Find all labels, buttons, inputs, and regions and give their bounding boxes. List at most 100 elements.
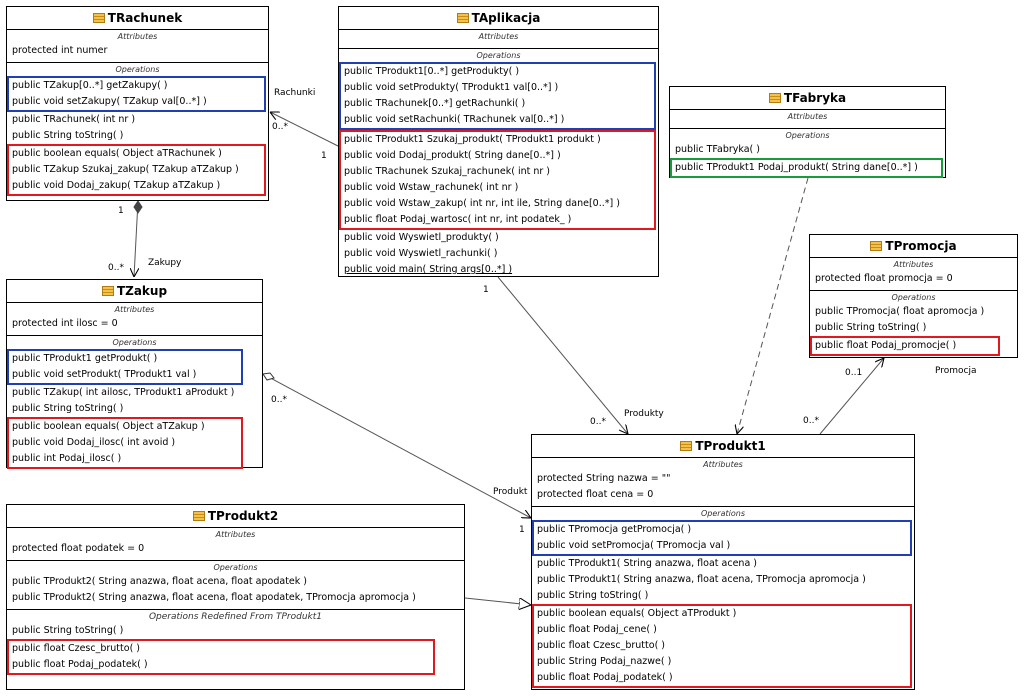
operation: public TProdukt2( String anazwa, float a… [12, 576, 307, 587]
accessor-group: public TProdukt1[0..*] getProdukty( ) pu… [339, 62, 656, 130]
role-label-produkt: Produkt [493, 487, 528, 497]
role-label-produkty: Produkty [624, 409, 664, 419]
operations-section: Operations public TZakup[0..*] getZakupy… [7, 63, 268, 199]
operation: public TProdukt2( String anazwa, float a… [12, 592, 416, 603]
multiplicity-label: 0..* [272, 122, 288, 132]
class-name: TRachunek [107, 11, 183, 25]
operation: public TZakup[0..*] getZakupy( ) [12, 80, 168, 91]
operations-section: Operations public TPromocja getPromocja(… [532, 507, 914, 691]
edge-generalization [464, 597, 531, 605]
business-method-group: public boolean equals( Object aTRachunek… [7, 144, 266, 196]
operation: public TRachunek[0..*] getRachunki( ) [344, 98, 526, 109]
multiplicity-label: 0..* [108, 263, 124, 273]
operation: public TProdukt1 getProdukt( ) [12, 353, 158, 364]
operation: public String toString( ) [12, 130, 124, 141]
operation: public void setProdukt( TProdukt1 val ) [12, 369, 197, 380]
class-icon [768, 93, 781, 103]
operation: public TProdukt1 Szukaj_produkt( TProduk… [344, 134, 601, 145]
operation: public float Czesc_brutto( ) [537, 640, 666, 651]
operation: public TRachunek Szukaj_rachunek( int nr… [344, 166, 550, 177]
operation: public void Wstaw_zakup( int nr, int ile… [344, 198, 620, 209]
class-name: TZakup [116, 284, 168, 298]
class-name: TFabryka [783, 91, 847, 105]
class-icon [680, 441, 693, 451]
attributes-section: Attributes protected String nazwa = "" p… [532, 458, 914, 507]
operation: public String toString( ) [815, 322, 927, 333]
operation: public float Podaj_cene( ) [537, 624, 657, 635]
operation: public void Wstaw_rachunek( int nr ) [344, 182, 519, 193]
class-tzakup[interactable]: TZakup Attributes protected int ilosc = … [6, 279, 263, 469]
attributes-section: Attributes [339, 30, 658, 49]
operations-section: Operations public TProdukt2( String anaz… [7, 561, 464, 610]
operation: public void Wyswietl_rachunki( ) [344, 248, 498, 259]
operation: public void Dodaj_zakup( TZakup aTZakup … [12, 180, 221, 191]
composition-diamond [133, 200, 143, 214]
operation: public TProdukt1( String anazwa, float a… [537, 558, 757, 569]
edge-fabryka-dependency [737, 177, 809, 434]
role-label-zakupy: Zakupy [148, 258, 182, 268]
operation: public boolean equals( Object aTZakup ) [12, 421, 205, 432]
accessor-group: public TProdukt1 getProdukt( ) public vo… [7, 349, 243, 385]
class-tpromocja[interactable]: TPromocja Attributes protected float pro… [809, 234, 1018, 358]
class-name: TAplikacja [471, 11, 541, 25]
operation: public TProdukt1( String anazwa, float a… [537, 574, 866, 585]
class-name: TPromocja [885, 239, 957, 253]
operation: public String Podaj_nazwe( ) [537, 656, 672, 667]
operation: public TPromocja getPromocja( ) [537, 524, 692, 535]
attributes-section: Attributes protected int numer [7, 30, 268, 63]
class-icon [456, 13, 469, 23]
class-icon [870, 241, 883, 251]
operation: public String toString( ) [537, 590, 649, 601]
class-tprodukt2[interactable]: TProdukt2 Attributes protected float pod… [6, 504, 465, 690]
attribute: protected int ilosc = 0 [12, 318, 118, 329]
operation: public TProdukt1[0..*] getProdukty( ) [344, 66, 520, 77]
role-label-rachunki: Rachunki [274, 88, 316, 98]
attribute: protected float podatek = 0 [12, 543, 145, 554]
attributes-section: Attributes protected float podatek = 0 [7, 528, 464, 561]
operation: public void Wyswietl_produkty( ) [344, 232, 499, 243]
multiplicity-label: 0..* [803, 416, 819, 426]
operation: public TPromocja( float apromocja ) [815, 306, 985, 317]
attributes-section: Attributes [670, 110, 945, 129]
class-icon [192, 511, 205, 521]
multiplicity-label: 1 [519, 525, 525, 535]
operation: public void setPromocja( TPromocja val ) [537, 540, 731, 551]
operation: public void setZakupy( TZakup val[0..*] … [12, 96, 207, 107]
operation: public TZakup( int ailosc, TProdukt1 aPr… [12, 387, 235, 398]
class-taplikacja[interactable]: TAplikacja Attributes Operations public … [338, 6, 659, 277]
accessor-group: public TZakup[0..*] getZakupy( ) public … [7, 76, 266, 112]
attribute: protected String nazwa = "" [537, 473, 671, 484]
operations-section: Operations public TProdukt1 getProdukt( … [7, 336, 262, 472]
accessor-group: public TPromocja getPromocja( ) public v… [532, 520, 912, 556]
attribute: protected int numer [12, 45, 108, 56]
attributes-section: Attributes protected float promocja = 0 [810, 258, 1017, 291]
class-tfabryka[interactable]: TFabryka Attributes Operations public TF… [669, 86, 946, 178]
class-name: TProdukt1 [695, 439, 766, 453]
class-icon [92, 13, 105, 23]
operation: public void Dodaj_produkt( String dane[0… [344, 150, 561, 161]
business-method-group: public boolean equals( Object aTZakup ) … [7, 417, 243, 469]
operation: public TRachunek( int nr ) [12, 114, 136, 125]
operation: public float Czesc_brutto( ) [12, 643, 141, 654]
class-tprodukt1[interactable]: TProdukt1 Attributes protected String na… [531, 434, 915, 690]
operation: public void setProdukty( TProdukt1 val[0… [344, 82, 559, 93]
attribute: protected float cena = 0 [537, 489, 654, 500]
multiplicity-label: 0..1 [845, 368, 863, 378]
operation: public String toString( ) [12, 403, 124, 414]
class-icon [101, 286, 114, 296]
business-method-group: public float Podaj_promocje( ) [810, 336, 1000, 356]
multiplicity-label: 1 [118, 206, 124, 216]
operation: public void setRachunki( TRachunek val[0… [344, 114, 565, 125]
operation: public void Dodaj_ilosc( int avoid ) [12, 437, 176, 448]
multiplicity-label: 1 [321, 151, 327, 161]
multiplicity-label: 1 [483, 285, 489, 295]
business-method-group: public float Czesc_brutto( ) public floa… [7, 639, 435, 675]
operation: public String toString( ) [12, 625, 124, 636]
multiplicity-label: 0..* [271, 395, 287, 405]
business-method-group: public boolean equals( Object aTProdukt … [532, 604, 912, 688]
aggregation-diamond [262, 372, 275, 381]
redefined-operations-section: Operations Redefined From TProdukt1 publ… [7, 610, 464, 678]
role-label-promocja: Promocja [935, 366, 977, 376]
class-trachunek[interactable]: TRachunek Attributes protected int numer… [6, 6, 269, 201]
edge-produkt [262, 373, 531, 518]
